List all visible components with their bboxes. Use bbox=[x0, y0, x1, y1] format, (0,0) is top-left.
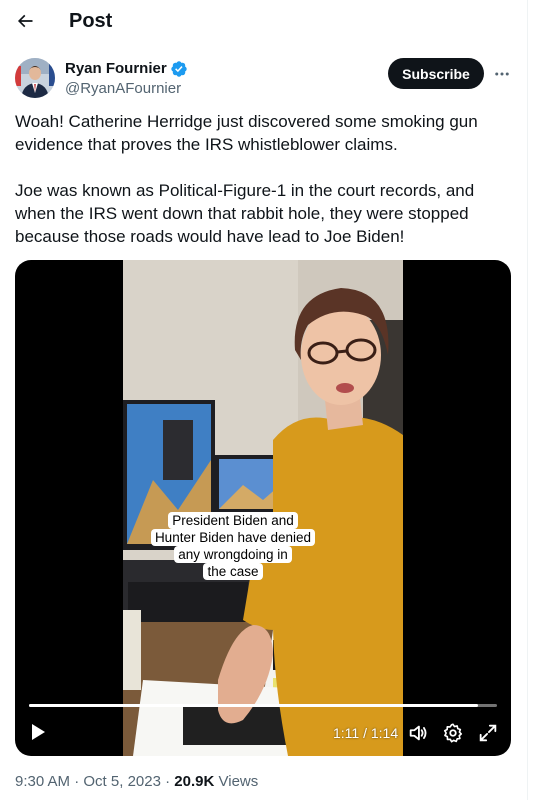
caption-line: the case bbox=[203, 563, 263, 580]
avatar-image bbox=[15, 58, 55, 98]
tweet-text: Woah! Catherine Herridge just discovered… bbox=[15, 110, 510, 248]
caption-line: President Biden and bbox=[168, 512, 298, 529]
views-count[interactable]: 20.9K bbox=[174, 773, 214, 790]
back-button[interactable] bbox=[9, 5, 41, 37]
page-title: Post bbox=[69, 10, 113, 32]
post-meta: 9:30 AM · Oct 5, 2023 · 20.9K Views bbox=[15, 772, 258, 791]
fullscreen-button[interactable] bbox=[477, 722, 499, 744]
verified-badge-icon[interactable] bbox=[170, 60, 188, 78]
video-player[interactable]: President Biden and Hunter Biden have de… bbox=[15, 260, 511, 756]
volume-button[interactable] bbox=[407, 722, 429, 744]
video-scene bbox=[123, 260, 403, 756]
caption-line: Hunter Biden have denied bbox=[150, 529, 316, 546]
meta-separator: · bbox=[165, 773, 171, 790]
video-caption: President Biden and Hunter Biden have de… bbox=[148, 512, 318, 580]
more-button[interactable] bbox=[490, 62, 514, 86]
author-name-text: Ryan Fournier bbox=[65, 60, 167, 77]
post-time[interactable]: 9:30 AM bbox=[15, 773, 70, 790]
post-header: Post bbox=[0, 0, 527, 44]
video-frame bbox=[123, 260, 403, 756]
views-label: Views bbox=[218, 773, 259, 790]
caption-line: any wrongdoing in bbox=[174, 546, 292, 563]
volume-icon bbox=[409, 725, 427, 741]
video-progress-bar[interactable] bbox=[29, 704, 497, 707]
settings-button[interactable] bbox=[442, 722, 464, 744]
avatar[interactable] bbox=[15, 58, 55, 98]
meta-separator: · bbox=[74, 773, 80, 790]
column-border bbox=[527, 0, 528, 800]
tweet-paragraph: Joe was known as Political-Figure-1 in t… bbox=[15, 181, 475, 246]
arrow-left-icon bbox=[17, 14, 33, 28]
more-dots-icon bbox=[495, 72, 509, 76]
subscribe-button[interactable]: Subscribe bbox=[388, 58, 484, 89]
gear-icon bbox=[443, 723, 463, 743]
video-progress-fill bbox=[29, 704, 479, 707]
post-date[interactable]: Oct 5, 2023 bbox=[83, 773, 161, 790]
video-timecode: 1:11 / 1:14 bbox=[333, 725, 399, 741]
fullscreen-icon bbox=[479, 724, 497, 742]
tweet-paragraph: Woah! Catherine Herridge just discovered… bbox=[15, 112, 478, 154]
author-name[interactable]: Ryan Fournier bbox=[65, 59, 188, 78]
play-icon bbox=[32, 724, 45, 740]
author-handle[interactable]: @RyanAFournier bbox=[65, 79, 181, 98]
play-button[interactable] bbox=[25, 720, 49, 744]
